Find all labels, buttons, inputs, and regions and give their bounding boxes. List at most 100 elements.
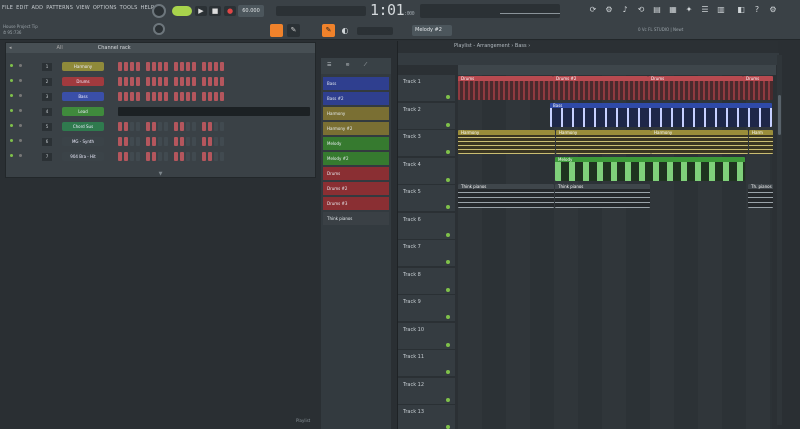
track-mute-led-icon[interactable]	[446, 397, 450, 402]
step-button[interactable]	[124, 152, 128, 161]
menu-options[interactable]: OPTIONS	[93, 5, 117, 11]
browser-clip-item[interactable]: Bass	[323, 77, 389, 90]
step-button[interactable]	[146, 122, 150, 131]
mixer-icon[interactable]: ▤	[652, 4, 662, 14]
master-volume-knob[interactable]	[152, 4, 166, 18]
playlist-clip[interactable]: Harmony	[458, 130, 555, 154]
step-button[interactable]	[214, 152, 218, 161]
step-button[interactable]	[174, 77, 178, 86]
channel-number[interactable]: 2	[42, 78, 52, 86]
step-button[interactable]	[180, 152, 184, 161]
tab-plugins[interactable]: ≋	[345, 62, 349, 70]
menu-tools[interactable]: TOOLS	[120, 5, 138, 11]
channel-row[interactable]: 7 904 Bra - Hit	[6, 151, 315, 163]
track-mute-led-icon[interactable]	[446, 425, 450, 429]
step-button[interactable]	[164, 152, 168, 161]
step-button[interactable]	[202, 77, 206, 86]
step-button[interactable]	[208, 152, 212, 161]
timeline-ruler[interactable]	[458, 65, 776, 75]
browser-clip-item[interactable]: Drums #2	[323, 182, 389, 195]
step-button[interactable]	[202, 137, 206, 146]
mute-led-icon[interactable]	[10, 64, 13, 67]
piano-roll-icon[interactable]: ▦	[668, 4, 678, 14]
step-button[interactable]	[186, 152, 190, 161]
channel-number[interactable]: 4	[42, 108, 52, 116]
song-time-display[interactable]: 1:01:000	[370, 1, 415, 19]
channel-row[interactable]: 3 Bass	[6, 91, 315, 103]
step-button[interactable]	[146, 152, 150, 161]
add-channel-button[interactable]: ▼	[6, 171, 315, 179]
step-button[interactable]	[164, 137, 168, 146]
step-button[interactable]	[158, 62, 162, 71]
step-button[interactable]	[146, 77, 150, 86]
metronome-icon[interactable]: ⟳	[588, 4, 598, 14]
step-button[interactable]	[220, 77, 224, 86]
pencil-icon[interactable]: ✎	[287, 24, 300, 37]
tab-clips[interactable]: ⟋	[364, 62, 368, 70]
channel-name-button[interactable]: Drums	[62, 77, 104, 86]
channel-row[interactable]: 6 MG - Synth	[6, 136, 315, 148]
channel-number[interactable]: 7	[42, 153, 52, 161]
browser-clip-item[interactable]: Drums #3	[323, 197, 389, 210]
channel-row[interactable]: 4 Lead	[6, 106, 315, 118]
step-button[interactable]	[152, 137, 156, 146]
playlist-clip[interactable]: Think pianos	[555, 184, 650, 208]
mute-led-icon[interactable]	[10, 124, 13, 127]
step-button[interactable]	[124, 92, 128, 101]
step-button[interactable]	[220, 62, 224, 71]
menu-file[interactable]: FILE	[2, 5, 13, 11]
step-button[interactable]	[208, 137, 212, 146]
step-button[interactable]	[146, 92, 150, 101]
track-mute-led-icon[interactable]	[446, 205, 450, 209]
step-button[interactable]	[202, 92, 206, 101]
track-mute-led-icon[interactable]	[446, 370, 450, 374]
mute-led-icon[interactable]	[10, 79, 13, 82]
browser-clip-item[interactable]: Melody #2	[323, 152, 389, 165]
step-button[interactable]	[124, 122, 128, 131]
channel-rack-icon[interactable]: ▥	[716, 4, 726, 14]
step-button[interactable]	[214, 137, 218, 146]
step-button[interactable]	[180, 122, 184, 131]
pan-icon[interactable]	[19, 109, 22, 112]
mute-led-icon[interactable]	[10, 94, 13, 97]
pan-icon[interactable]	[19, 124, 22, 127]
draw-tool-button[interactable]: ✎	[322, 24, 335, 37]
track-header[interactable]: Track 11	[398, 350, 455, 377]
step-button[interactable]	[136, 152, 140, 161]
track-header[interactable]: Track 10	[398, 322, 455, 350]
step-button[interactable]	[192, 122, 196, 131]
pan-icon[interactable]	[19, 154, 22, 157]
playlist-clip[interactable]: Drums	[458, 76, 553, 100]
mute-led-icon[interactable]	[10, 139, 13, 142]
pan-icon[interactable]	[19, 94, 22, 97]
playlist-icon[interactable]: ☰	[700, 4, 710, 14]
menu-view[interactable]: VIEW	[76, 5, 90, 11]
wait-icon[interactable]: ⚙	[604, 4, 614, 14]
browser-icon[interactable]: ◧	[736, 4, 746, 14]
track-header[interactable]: Track 13	[398, 405, 455, 429]
track-header[interactable]: Track 6	[398, 212, 455, 240]
play-button[interactable]: ▶	[195, 6, 207, 16]
step-button[interactable]	[192, 62, 196, 71]
step-button[interactable]	[180, 92, 184, 101]
step-button[interactable]	[124, 137, 128, 146]
playlist-clip[interactable]: Drums	[648, 76, 743, 100]
step-button[interactable]	[192, 137, 196, 146]
track-mute-led-icon[interactable]	[446, 95, 450, 99]
playlist-clip[interactable]: Melody	[555, 157, 745, 181]
track-header[interactable]: Track 7	[398, 240, 455, 267]
tempo-display[interactable]: 60.000	[238, 5, 264, 17]
track-mute-led-icon[interactable]	[446, 315, 450, 319]
playlist-clip[interactable]: Think pianos	[458, 184, 554, 208]
step-button[interactable]	[214, 92, 218, 101]
browser-clip-item[interactable]: Bass #2	[323, 92, 389, 105]
browser-clip-item[interactable]: Think pianos	[323, 212, 389, 225]
track-mute-led-icon[interactable]	[446, 232, 450, 237]
step-button[interactable]	[180, 77, 184, 86]
channel-name-button[interactable]: 904 Bra - Hit	[62, 152, 104, 161]
stop-button[interactable]: ■	[209, 6, 221, 16]
step-button[interactable]	[164, 92, 168, 101]
playlist-clip[interactable]: Drums	[743, 76, 773, 100]
paint-icon[interactable]: ◐	[340, 25, 350, 35]
step-button[interactable]	[164, 62, 168, 71]
